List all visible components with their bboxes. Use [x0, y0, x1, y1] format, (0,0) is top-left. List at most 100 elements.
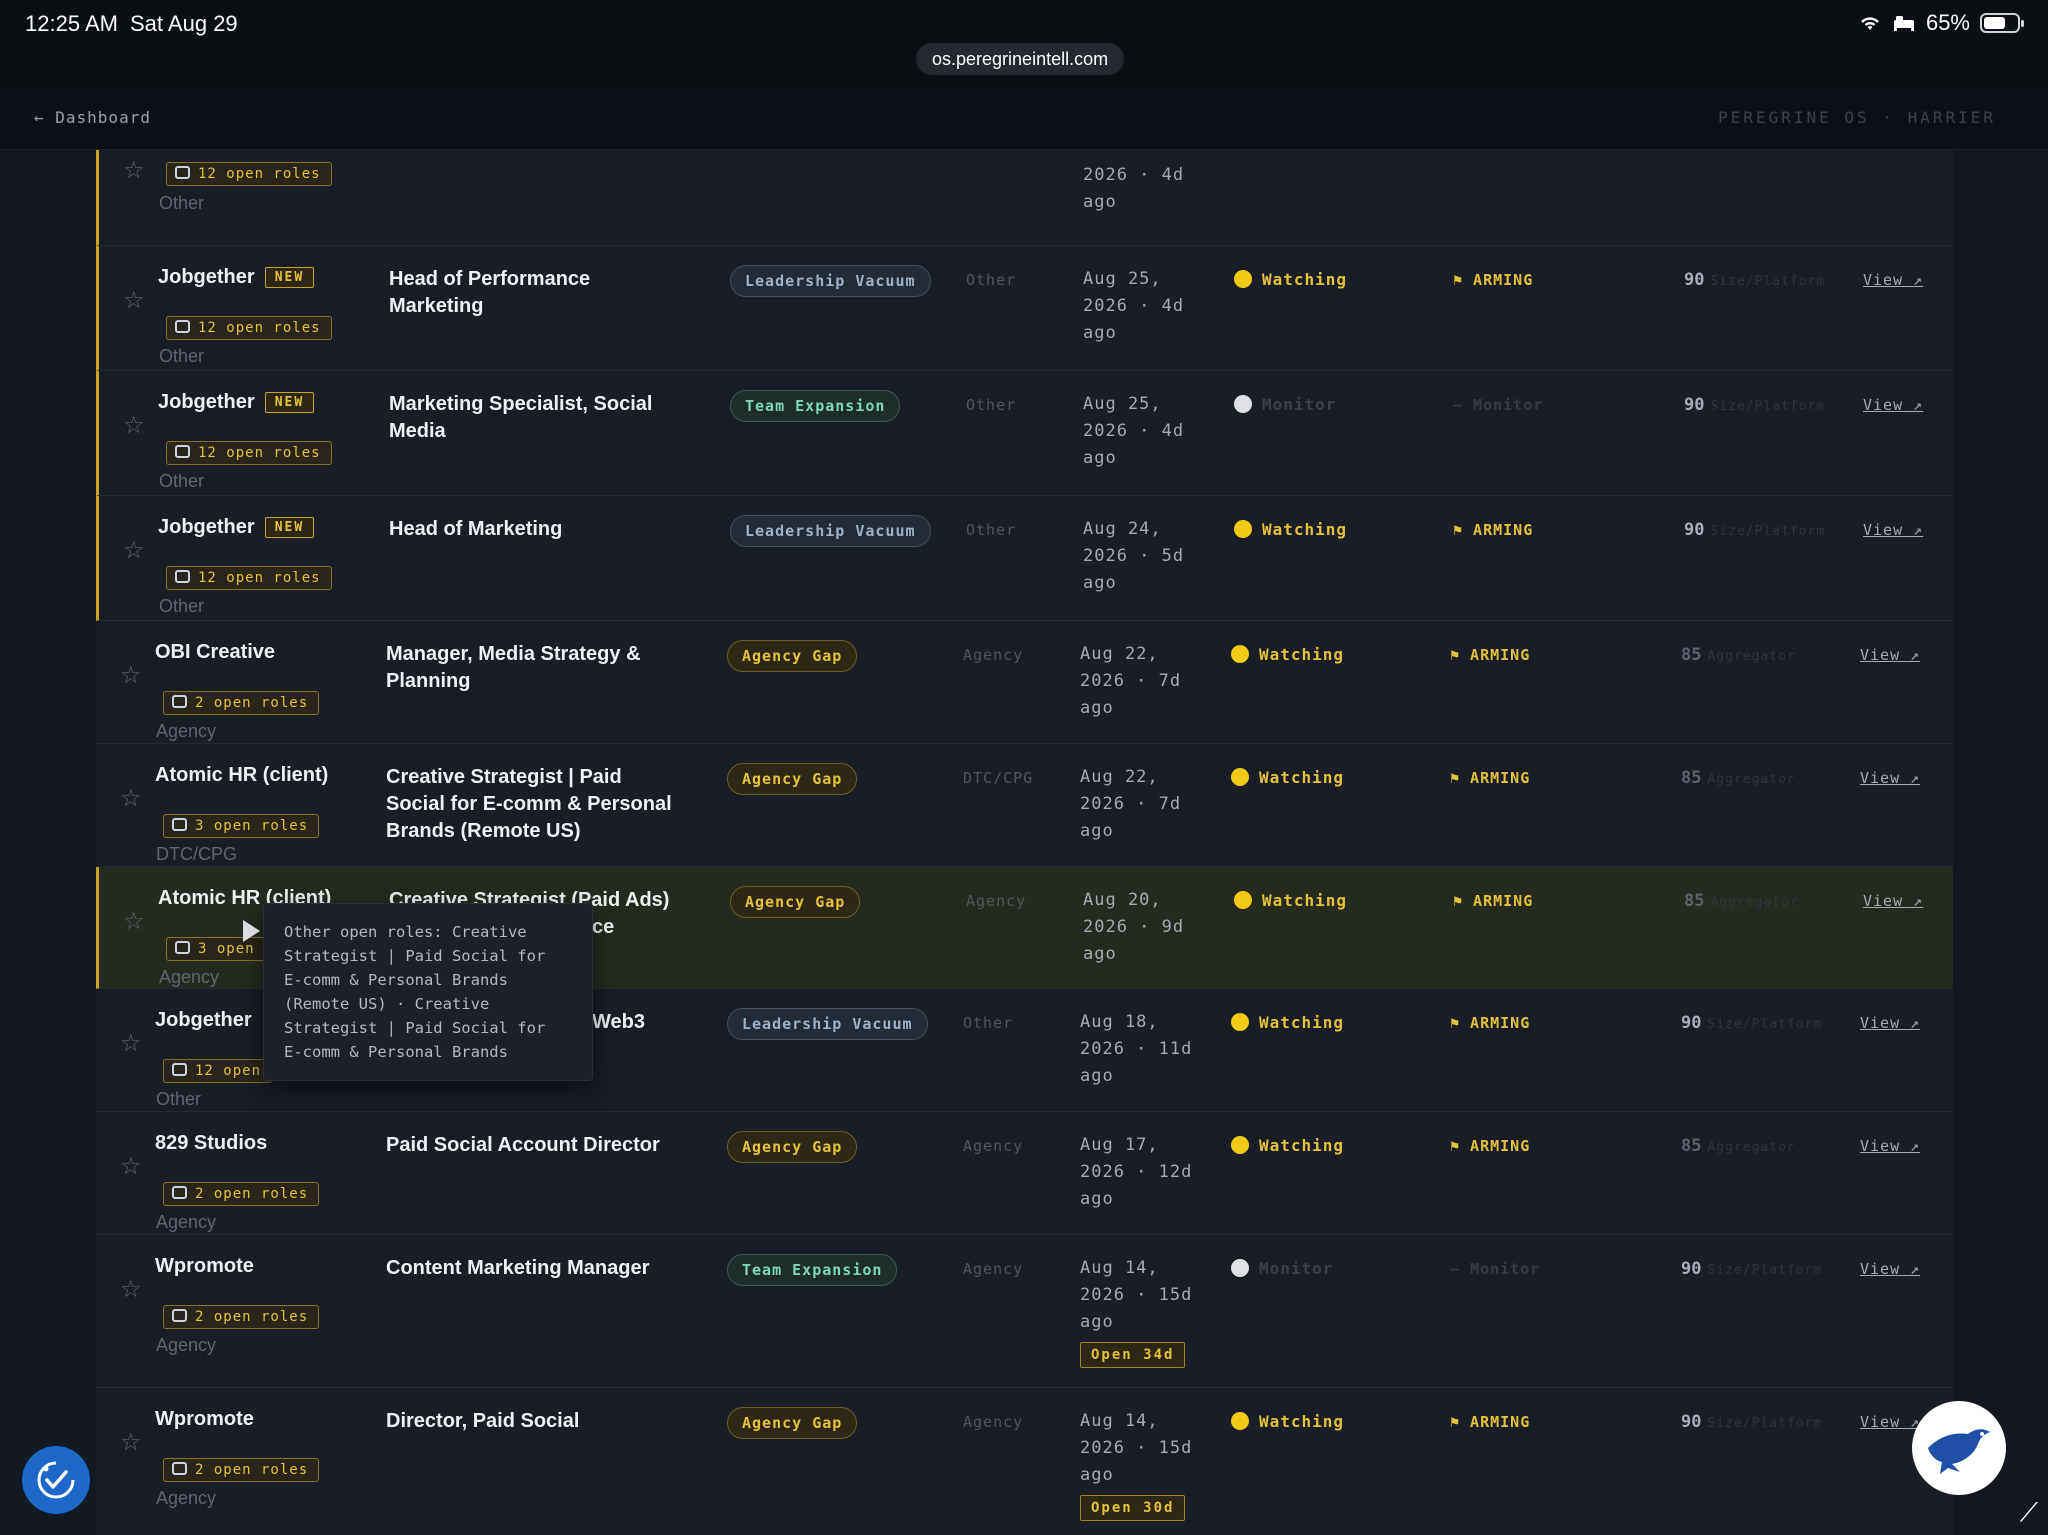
view-link[interactable]: View ↗: [1863, 521, 1923, 539]
back-to-dashboard-link[interactable]: ← Dashboard: [34, 108, 151, 127]
table-row[interactable]: ☆ 829 Studios 2 open roles Agency Paid S…: [96, 1112, 1953, 1235]
view-link[interactable]: View ↗: [1860, 1014, 1920, 1032]
company-name: Jobgether NEW: [158, 391, 315, 414]
score-source: Size/Platform: [1710, 399, 1826, 414]
view-link[interactable]: View ↗: [1863, 271, 1923, 289]
company-type: Other: [966, 396, 1017, 414]
star-icon[interactable]: ☆: [120, 661, 142, 690]
company-category: Other: [159, 596, 205, 616]
open-roles-tooltip: Other open roles: Creative Strategist | …: [263, 903, 593, 1081]
company-category: Agency: [159, 967, 220, 987]
star-icon[interactable]: ☆: [123, 156, 145, 185]
view-link[interactable]: View ↗: [1860, 646, 1920, 664]
job-title[interactable]: Manager, Media Strategy & Planning: [386, 641, 686, 695]
status-dot: [1234, 270, 1252, 288]
open-roles-badge[interactable]: 3 open roles: [163, 814, 320, 838]
posted-date: Aug 22, 2026 · 7d ago: [1080, 764, 1210, 845]
company-type: Agency: [963, 646, 1024, 664]
star-icon[interactable]: ☆: [120, 1152, 142, 1181]
company-label: Atomic HR (client): [155, 764, 329, 786]
company-type: Agency: [963, 1137, 1024, 1155]
star-icon[interactable]: ☆: [120, 1029, 142, 1058]
open-roles-badge[interactable]: 12 open roles: [166, 162, 332, 186]
view-link[interactable]: View ↗: [1860, 769, 1920, 787]
status-dot: [1234, 520, 1252, 538]
status-dot: [1231, 1136, 1249, 1154]
signal-badge: Agency Gap: [727, 1407, 858, 1439]
posted-date: Aug 20, 2026 · 9d ago: [1083, 887, 1213, 968]
table-row[interactable]: ☆ Jobgether NEW 12 open roles Other Head …: [96, 246, 1953, 371]
job-title[interactable]: Marketing Specialist, Social Media: [389, 391, 689, 445]
open-roles-label: 12 open roles: [198, 166, 321, 182]
status-monitor: Monitor: [1231, 1259, 1333, 1278]
signal-badge: Agency Gap: [730, 886, 861, 918]
view-link[interactable]: View ↗: [1860, 1413, 1920, 1431]
status-label: Watching: [1259, 645, 1345, 664]
company-name: Jobgether NEW: [158, 516, 315, 539]
score: 85 Aggregator: [1681, 768, 1796, 788]
company-category: DTC/CPG: [156, 844, 237, 864]
open-roles-badge[interactable]: 12 open roles: [166, 441, 332, 465]
open-roles-badge[interactable]: 2 open roles: [163, 1458, 320, 1482]
ago-text: ago: [1080, 1312, 1114, 1332]
score-value: 90: [1681, 1259, 1702, 1279]
posted-date: Aug 18, 2026 · 11d ago: [1080, 1009, 1210, 1090]
table-row[interactable]: ☆ Wpromote 2 open roles Agency Content M…: [96, 1235, 1953, 1388]
signal-badge: Team Expansion: [730, 390, 901, 422]
company-name: OBI Creative: [155, 641, 275, 664]
score: 85 Aggregator: [1681, 645, 1796, 665]
job-title[interactable]: Creative Strategist | Paid Social for E-…: [386, 764, 686, 845]
table-row[interactable]: ☆ Jobgether NEW 12 open roles Other Marke…: [96, 371, 1953, 496]
new-badge: NEW: [264, 267, 315, 288]
table-row[interactable]: ☆ OBI Creative 2 open roles Agency Manag…: [96, 621, 1953, 744]
eagle-icon: [1928, 1429, 1990, 1474]
star-icon[interactable]: ☆: [123, 536, 145, 565]
company-category: Agency: [156, 1335, 217, 1355]
open-roles-label: 12 open roles: [198, 445, 321, 461]
ago-text: ago: [1083, 573, 1117, 593]
view-link[interactable]: View ↗: [1863, 892, 1923, 910]
score: 90 Size/Platform: [1684, 520, 1825, 540]
open-roles-badge[interactable]: 2 open roles: [163, 1182, 320, 1206]
table-row[interactable]: ☆ Wpromote 2 open roles Agency Director,…: [96, 1388, 1953, 1535]
score: 90 Size/Platform: [1684, 395, 1825, 415]
job-title[interactable]: Content Marketing Manager: [386, 1255, 686, 1282]
star-icon[interactable]: ☆: [120, 784, 142, 813]
open-roles-badge[interactable]: 12 open: [163, 1059, 273, 1083]
star-icon[interactable]: ☆: [123, 411, 145, 440]
table-row[interactable]: ☆ Atomic HR (client) 3 open roles DTC/CP…: [96, 744, 1953, 867]
date-text: Aug 24, 2026 · 5d: [1083, 519, 1185, 566]
view-link[interactable]: View ↗: [1863, 396, 1923, 414]
open-roles-label: 2 open roles: [195, 1309, 309, 1325]
open-roles-badge[interactable]: 12 open roles: [166, 316, 332, 340]
table-row[interactable]: ☆ Jobgether NEW 12 open roles Other Head …: [96, 496, 1953, 621]
status-dot: [1231, 1259, 1249, 1277]
open-roles-label: 12 open: [195, 1063, 262, 1079]
status-date: Sat Aug 29: [130, 11, 238, 36]
url-bar[interactable]: os.peregrineintell.com: [916, 43, 1125, 75]
star-icon[interactable]: ☆: [123, 286, 145, 315]
open-roles-badge[interactable]: 12 open roles: [166, 566, 332, 590]
company-type: Agency: [963, 1413, 1024, 1431]
job-title[interactable]: Head of Performance Marketing: [389, 266, 689, 320]
peregrine-assistant-button[interactable]: [1912, 1401, 2006, 1495]
open-roles-badge[interactable]: 2 open roles: [163, 1305, 320, 1329]
view-link[interactable]: View ↗: [1860, 1137, 1920, 1155]
view-link[interactable]: View ↗: [1860, 1260, 1920, 1278]
table-row[interactable]: ☆ 12 open roles Other 2026 · 4d ago: [96, 150, 1953, 246]
job-title[interactable]: Director, Paid Social: [386, 1408, 686, 1435]
ago-text: ago: [1083, 944, 1117, 964]
status-time: 12:25 AM: [25, 11, 118, 36]
open-roles-badge[interactable]: 2 open roles: [163, 691, 320, 715]
status-label: Watching: [1262, 270, 1348, 289]
job-title[interactable]: Head of Marketing: [389, 516, 689, 543]
company-name: 829 Studios: [155, 1132, 267, 1155]
accessibility-button[interactable]: [22, 1446, 90, 1514]
job-title[interactable]: Paid Social Account Director: [386, 1132, 686, 1159]
battery-icon: [1980, 13, 2024, 33]
star-icon[interactable]: ☆: [123, 907, 145, 936]
briefcase-icon: [175, 941, 190, 954]
star-icon[interactable]: ☆: [120, 1275, 142, 1304]
star-icon[interactable]: ☆: [120, 1428, 142, 1457]
score-source: Aggregator: [1707, 649, 1796, 664]
